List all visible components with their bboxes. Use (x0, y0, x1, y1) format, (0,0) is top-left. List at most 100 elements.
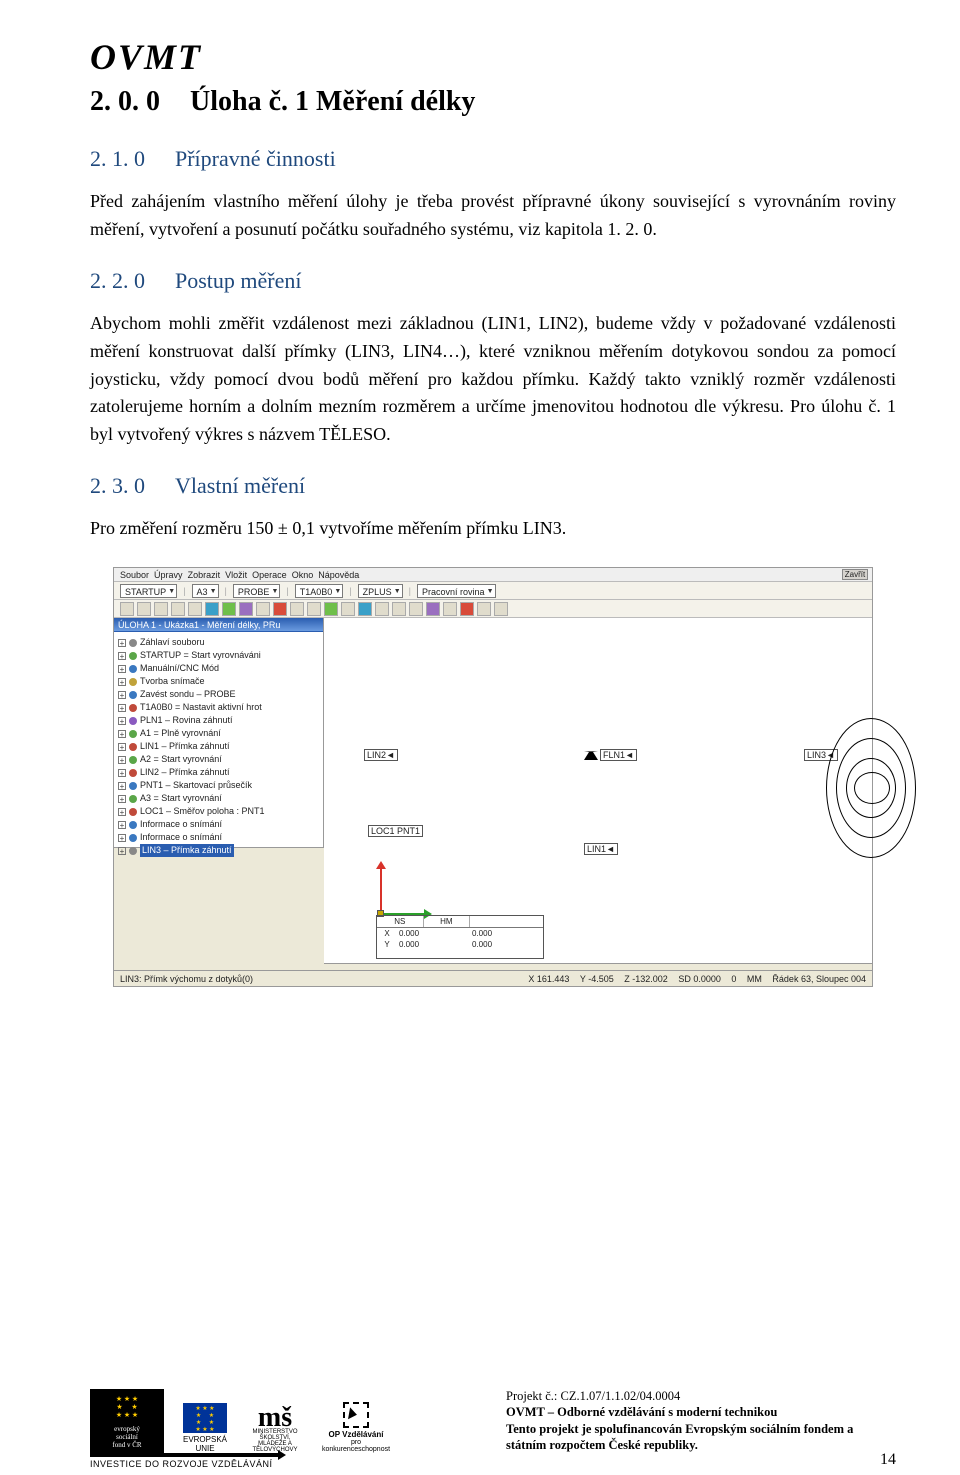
tree-item[interactable]: +A3 = Start vyrovnání (118, 792, 319, 805)
h2b-title: Postup měření (175, 268, 302, 293)
toolbar-selects: STARTUP | A3 | PROBE | T1A0B0 | ZPLUS | … (114, 582, 872, 600)
heading-2-prep: 2. 1. 0 Přípravné činnosti (90, 146, 896, 172)
footer-text: Projekt č.: CZ.1.07/1.1.02/04.0004 OVMT … (506, 1388, 896, 1453)
tool-icon[interactable] (494, 602, 508, 616)
tree-item[interactable]: +Zavést sondu – PROBE (118, 688, 319, 701)
tool-icon[interactable] (120, 602, 134, 616)
select-zplus[interactable]: ZPLUS (358, 584, 403, 598)
tool-icon[interactable] (273, 602, 287, 616)
tree-item[interactable]: +LIN1 – Přímka záhnutí (118, 740, 319, 753)
status-right: X 161.443 Y -4.505 Z -132.002 SD 0.0000 … (520, 974, 866, 984)
menu-window[interactable]: Okno (292, 570, 314, 580)
footer-logos: ★ ★ ★★ ★★ ★ ★ evropskýsociálnífond v ČR … (90, 1389, 396, 1453)
cbox-y-v1: 0.000 (397, 939, 470, 950)
part-outline (816, 708, 876, 868)
tree-item[interactable]: +LOC1 – Směřov poloha : PNT1 (118, 805, 319, 818)
label-lin1: LIN1◄ (584, 844, 618, 854)
tool-icon[interactable] (443, 602, 457, 616)
heading-2-method: 2. 2. 0 Postup měření (90, 268, 896, 294)
select-a3[interactable]: A3 (192, 584, 219, 598)
app-screenshot: Soubor Úpravy Zobrazit Vložit Operace Ok… (113, 567, 873, 987)
tree-item[interactable]: +Informace o snímání (118, 831, 319, 844)
tree-item[interactable]: +Tvorba snímače (118, 675, 319, 688)
tree-item[interactable]: +Záhlaví souboru (118, 636, 319, 649)
tool-icon[interactable] (375, 602, 389, 616)
app-menubar[interactable]: Soubor Úpravy Zobrazit Vložit Operace Ok… (114, 568, 872, 582)
project-funding: Tento projekt je spolufinancován Evropsk… (506, 1421, 896, 1454)
cad-canvas[interactable]: LIN2◄ FLN1◄ LIN3◄ LIN1◄ LOC1 PNT1 NS HM (324, 618, 872, 964)
cbox-h3 (470, 916, 543, 927)
tool-icon[interactable] (137, 602, 151, 616)
tool-icon[interactable] (460, 602, 474, 616)
tool-icon[interactable] (171, 602, 185, 616)
h2c-index: 2. 3. 0 (90, 473, 145, 498)
cbox-h1: NS (377, 916, 424, 927)
menu-insert[interactable]: Vložit (225, 570, 247, 580)
logo-esf: ★ ★ ★★ ★★ ★ ★ evropskýsociálnífond v ČR (90, 1389, 164, 1453)
tool-icon[interactable] (188, 602, 202, 616)
cbox-x-v1: 0.000 (397, 928, 470, 939)
h2c-title: Vlastní měření (175, 473, 305, 498)
tree-item[interactable]: +T1A0B0 = Nastavit aktivní hrot (118, 701, 319, 714)
label-fln1: FLN1◄ (584, 750, 637, 760)
menu-view[interactable]: Zobrazit (188, 570, 221, 580)
menu-ops[interactable]: Operace (252, 570, 287, 580)
h2a-title: Přípravné činnosti (175, 146, 336, 171)
tree-item[interactable]: +LIN2 – Přímka záhnutí (118, 766, 319, 779)
select-startup[interactable]: STARTUP (120, 584, 177, 598)
tree-item[interactable]: +PNT1 – Skartovací průsečík (118, 779, 319, 792)
label-lin2: LIN2◄ (364, 750, 398, 760)
tool-icon[interactable] (477, 602, 491, 616)
tool-icon[interactable] (409, 602, 423, 616)
program-tree[interactable]: +Záhlaví souboru+STARTUP = Start vyrovná… (114, 632, 323, 861)
logo-eu: EVROPSKÁ UNIE (176, 1403, 234, 1453)
tree-item[interactable]: +A2 = Start vyrovnání (118, 753, 319, 766)
tree-titlebar: ÚLOHA 1 - Ukázka1 - Měření délky, PRu (114, 618, 323, 632)
toolbar-icons (114, 600, 872, 618)
tree-item[interactable]: +Informace o snímání (118, 818, 319, 831)
tool-icon[interactable] (341, 602, 355, 616)
menu-help[interactable]: Nápověda (318, 570, 359, 580)
status-bar: LIN3: Přímk výchomu z dotyků(0) X 161.44… (114, 970, 872, 986)
tree-item[interactable]: +LIN3 – Přímka záhnutí (118, 844, 319, 857)
status-left: LIN3: Přímk výchomu z dotyků(0) (120, 974, 253, 984)
tool-icon[interactable] (256, 602, 270, 616)
tool-icon[interactable] (358, 602, 372, 616)
menu-file[interactable]: Soubor (120, 570, 149, 580)
menu-edit[interactable]: Úpravy (154, 570, 183, 580)
tree-item[interactable]: +Manuální/CNC Mód (118, 662, 319, 675)
tool-icon[interactable] (324, 602, 338, 616)
tool-icon[interactable] (290, 602, 304, 616)
page-number: 14 (880, 1451, 896, 1469)
tool-icon[interactable] (307, 602, 321, 616)
logo-msmt: mš MINISTERSTVO ŠKOLSTVÍ, MLÁDEŽE A TĚLO… (246, 1407, 304, 1453)
tool-icon[interactable] (392, 602, 406, 616)
tool-icon[interactable] (239, 602, 253, 616)
tool-icon[interactable] (426, 602, 440, 616)
cbox-h2: HM (424, 916, 471, 927)
ovmt-logo: OVMT (90, 36, 896, 78)
tool-icon[interactable] (154, 602, 168, 616)
logo-investice: INVESTICE DO ROZVOJE VZDĚLÁVÁNÍ (90, 1453, 280, 1469)
cbox-y-v2: 0.000 (470, 939, 543, 950)
close-button[interactable]: Zavřít (842, 569, 868, 580)
tree-item[interactable]: +A1 = Plně vyrovnání (118, 727, 319, 740)
tree-item[interactable]: +STARTUP = Start vyrovnáváni (118, 649, 319, 662)
page: OVMT 2. 0. 0Úloha č. 1 Měření délky 2. 1… (0, 0, 960, 1475)
logo-op-vzdelavani: OP Vzdělávání pro konkurenceschopnost (316, 1402, 396, 1453)
page-footer: ★ ★ ★★ ★★ ★ ★ evropskýsociálnífond v ČR … (0, 1388, 960, 1453)
tool-icon[interactable] (222, 602, 236, 616)
project-title: OVMT – Odborné vzdělávání s moderní tech… (506, 1404, 896, 1420)
select-workplane[interactable]: Pracovní rovina (417, 584, 496, 598)
h2a-index: 2. 1. 0 (90, 146, 145, 171)
select-probe[interactable]: PROBE (233, 584, 281, 598)
paragraph-3: Pro změření rozměru 150 ± 0,1 vytvoříme … (90, 515, 896, 543)
tool-icon[interactable] (205, 602, 219, 616)
cbox-x-label: X (377, 928, 397, 939)
heading-2-measure: 2. 3. 0 Vlastní měření (90, 473, 896, 499)
tree-item[interactable]: +PLN1 – Rovina záhnutí (118, 714, 319, 727)
cbox-x-v2: 0.000 (470, 928, 543, 939)
program-tree-pane: ÚLOHA 1 - Ukázka1 - Měření délky, PRu +Z… (114, 618, 324, 848)
h2b-index: 2. 2. 0 (90, 268, 145, 293)
select-t1a0b0[interactable]: T1A0B0 (295, 584, 344, 598)
